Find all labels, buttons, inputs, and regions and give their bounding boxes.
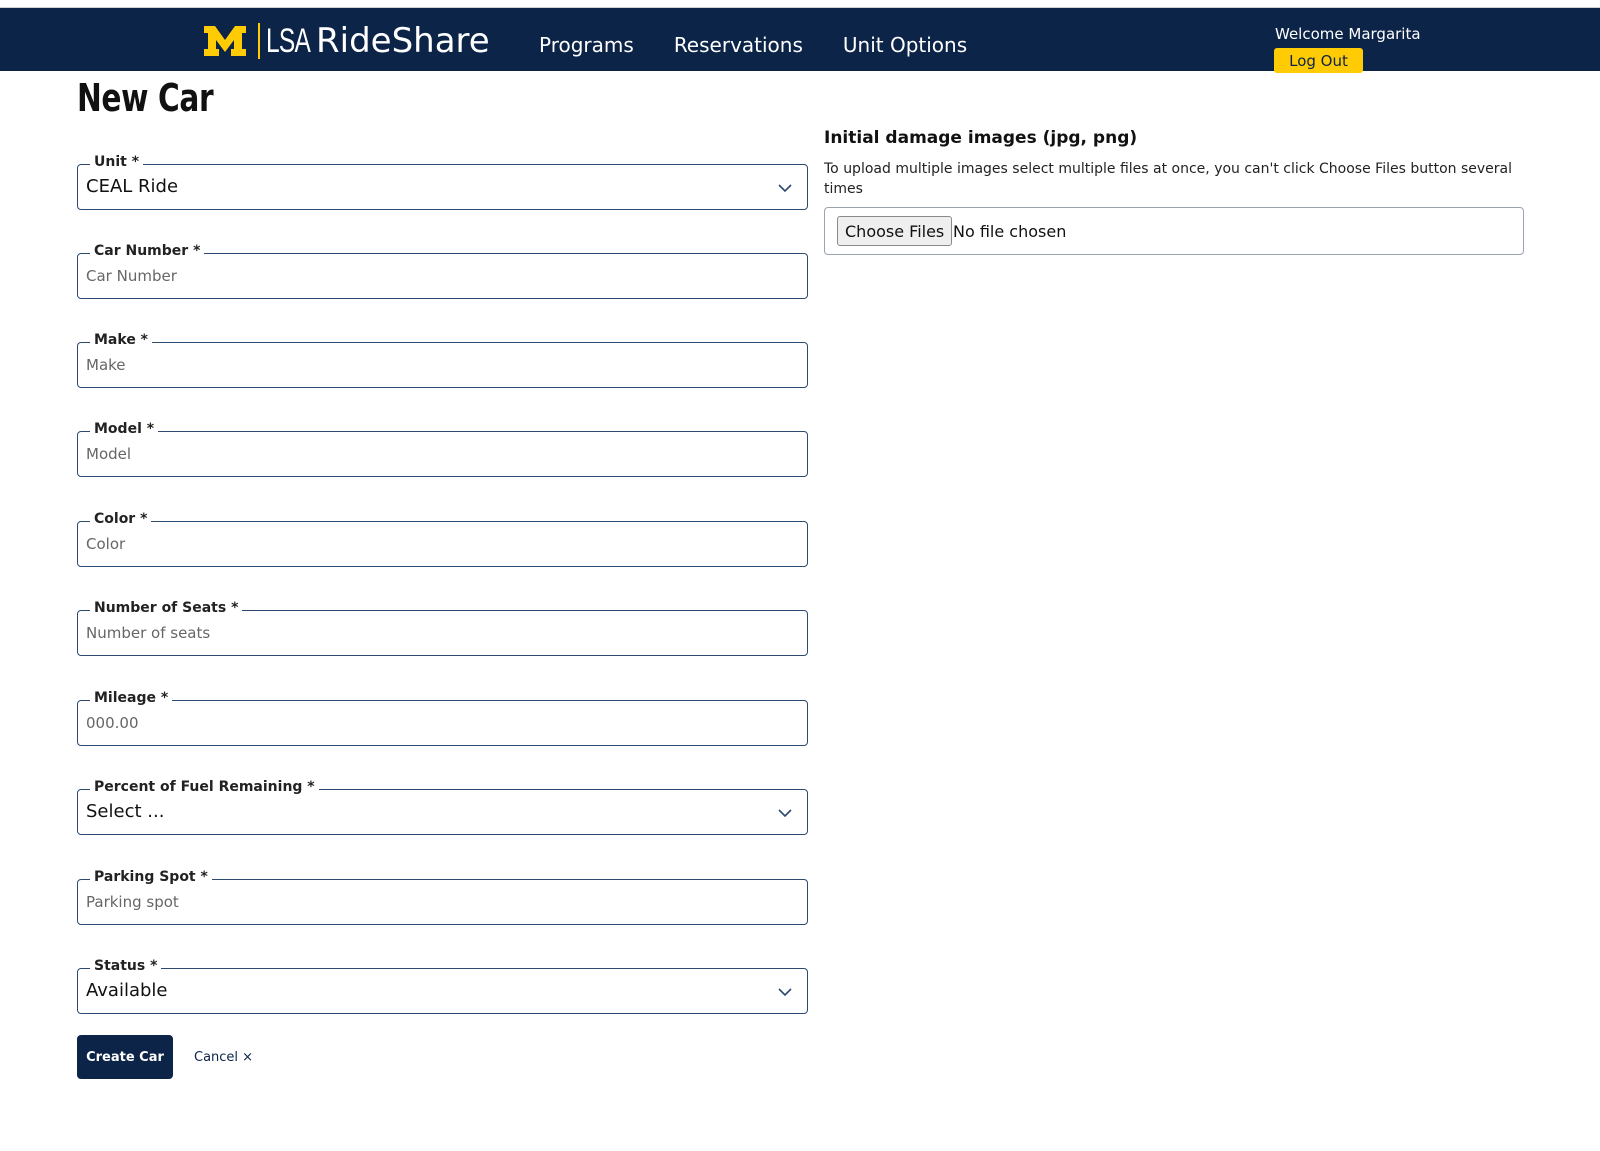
status-value: Available [86,980,168,1001]
welcome-text: Welcome Margarita [1275,25,1421,43]
chevron-down-icon [778,988,792,997]
browser-top-strip [0,0,1600,8]
file-status-text: No file chosen [953,222,1067,241]
fuel-label: Percent of Fuel Remaining * [90,779,319,795]
page-title: New Car [77,76,214,120]
fuel-select[interactable]: Percent of Fuel Remaining * Select ... [77,779,808,835]
color-field: Color * [77,511,808,567]
file-upload-field: Choose Files No file chosen [824,207,1524,255]
unit-select[interactable]: Unit * CEAL Ride [77,154,808,210]
make-input[interactable] [86,343,786,387]
brand-name: RideShare [316,21,490,61]
brand-separator [258,23,260,59]
chevron-down-icon [778,184,792,193]
mileage-input[interactable] [86,701,786,745]
block-m-icon [204,26,246,56]
main-nav: Programs Reservations Unit Options [539,33,1007,57]
nav-unit-options[interactable]: Unit Options [843,33,967,57]
parking-field: Parking Spot * [77,869,808,925]
brand-logo[interactable]: LSA RideShare [202,21,490,61]
chevron-down-icon [778,809,792,818]
choose-files-button[interactable]: Choose Files [837,216,953,246]
fuel-value: Select ... [86,801,165,822]
model-input[interactable] [86,432,786,476]
nav-reservations[interactable]: Reservations [674,33,803,57]
upload-help-text: To upload multiple images select multipl… [824,161,1512,197]
mileage-field: Mileage * [77,690,808,746]
unit-label: Unit * [90,154,144,170]
cancel-link[interactable]: Cancel × [194,1050,253,1065]
create-car-button[interactable]: Create Car [77,1035,173,1079]
model-field: Model * [77,421,808,477]
car-number-field: Car Number * [77,243,808,299]
brand-lsa: LSA [266,21,311,60]
upload-title: Initial damage images (jpg, png) [824,128,1138,148]
car-number-input[interactable] [86,254,786,298]
parking-input[interactable] [86,880,786,924]
nav-programs[interactable]: Programs [539,33,634,57]
color-input[interactable] [86,522,786,566]
logout-button[interactable]: Log Out [1274,48,1363,73]
status-label: Status * [90,958,162,974]
seats-input[interactable] [86,611,786,655]
top-navbar: LSA RideShare Programs Reservations Unit… [0,8,1600,73]
unit-value: CEAL Ride [86,176,179,197]
make-field: Make * [77,332,808,388]
status-select[interactable]: Status * Available [77,958,808,1014]
seats-field: Number of Seats * [77,600,808,656]
